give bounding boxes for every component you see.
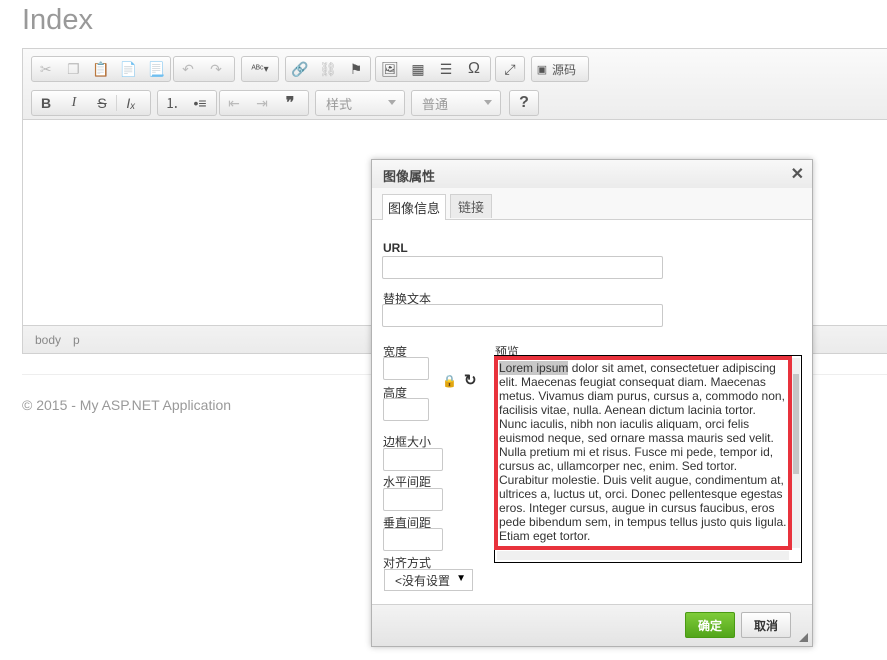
close-icon[interactable]: ✕	[791, 164, 804, 184]
source-icon: ▣	[536, 63, 548, 76]
alt-text-input[interactable]	[382, 304, 663, 327]
maximize-icon[interactable]: ⤢	[496, 57, 524, 81]
border-input[interactable]	[383, 448, 443, 471]
paste-text-icon[interactable]: 📄	[115, 57, 143, 81]
source-button[interactable]: ▣ 源码	[531, 56, 589, 82]
anchor-icon[interactable]: ⚑	[342, 57, 370, 81]
style-combo[interactable]: 样式	[315, 90, 405, 116]
dialog-tabs: 图像信息 链接	[372, 188, 812, 220]
cut-icon[interactable]: ✂	[32, 57, 60, 81]
copy-icon[interactable]: ❐	[60, 57, 88, 81]
list-group: ⒈ •≡	[157, 90, 217, 116]
bold-icon[interactable]: B	[32, 91, 60, 115]
preview-horizontal-scrollbar[interactable]	[497, 551, 789, 560]
dialog-footer: 确定 取消	[372, 604, 812, 646]
path-item-p[interactable]: p	[73, 333, 80, 347]
image-preview: Lorem ipsum dolor sit amet, consectetuer…	[494, 355, 802, 563]
italic-icon[interactable]: I	[60, 91, 88, 115]
undo-group: ↶ ↷	[173, 56, 235, 82]
indent-icon[interactable]: ⇥	[248, 91, 276, 115]
spellcheck-icon[interactable]: ᴬᴮᶜ▾	[242, 57, 278, 81]
bulleted-list-icon[interactable]: •≡	[186, 91, 214, 115]
image-icon[interactable]: 🖼	[376, 57, 404, 81]
paste-icon[interactable]: 📋	[87, 57, 115, 81]
spellcheck-group: ᴬᴮᶜ▾	[241, 56, 279, 82]
chevron-down-icon	[388, 100, 396, 105]
image-properties-dialog: 图像属性 ✕ 图像信息 链接 URL 替换文本 宽度 高度 🔒 ↻ 边框大小 水…	[371, 159, 813, 647]
table-icon[interactable]: ▦	[404, 57, 432, 81]
undo-icon[interactable]: ↶	[174, 57, 202, 81]
remove-format-icon[interactable]: Iₓ	[117, 91, 145, 115]
align-select[interactable]: <没有设置 ▼	[384, 569, 473, 591]
horizontal-line-icon[interactable]: ☰	[432, 57, 460, 81]
lock-icon[interactable]: 🔒	[442, 374, 457, 388]
path-item-body[interactable]: body	[35, 333, 61, 347]
tab-link[interactable]: 链接	[450, 194, 492, 218]
source-label: 源码	[552, 62, 577, 77]
editor-toolbar: ✂ ❐ 📋 📄 📃 ↶ ↷ ᴬᴮᶜ▾ 🔗 ⛓ ⚑ 🖼 ▦ ☰ Ω ⤢ ▣ 源码 …	[23, 49, 887, 120]
reset-size-icon[interactable]: ↻	[464, 371, 477, 389]
basic-style-group: B I S Iₓ	[31, 90, 151, 116]
cancel-button[interactable]: 取消	[741, 612, 791, 638]
align-select-value: <没有设置	[395, 573, 451, 588]
indent-group: ⇤ ⇥ ❞	[219, 90, 309, 116]
resize-handle-icon[interactable]	[799, 633, 808, 642]
width-input[interactable]	[383, 357, 429, 380]
numbered-list-icon[interactable]: ⒈	[158, 91, 186, 115]
ok-button[interactable]: 确定	[685, 612, 735, 638]
url-input[interactable]	[382, 256, 663, 279]
preview-body: dolor sit amet, consectetuer adipiscing …	[499, 361, 787, 543]
strike-icon[interactable]: S	[88, 91, 116, 115]
redo-icon[interactable]: ↷	[202, 57, 230, 81]
footer-copyright: © 2015 - My ASP.NET Application	[22, 397, 232, 413]
format-combo-label: 普通	[422, 96, 449, 112]
dialog-title: 图像属性	[383, 169, 436, 184]
style-combo-label: 样式	[326, 96, 353, 112]
format-combo[interactable]: 普通	[411, 90, 501, 116]
preview-highlight: Lorem ipsum	[499, 361, 569, 375]
link-icon[interactable]: 🔗	[286, 57, 314, 81]
maximize-group: ⤢	[495, 56, 525, 82]
blockquote-icon[interactable]: ❞	[276, 91, 304, 115]
preview-scroll-thumb[interactable]	[793, 374, 799, 474]
link-group: 🔗 ⛓ ⚑	[285, 56, 371, 82]
paste-word-icon[interactable]: 📃	[142, 57, 170, 81]
dropdown-arrow-icon: ▼	[456, 573, 466, 584]
special-char-icon[interactable]: Ω	[460, 57, 488, 81]
vspace-input[interactable]	[383, 528, 443, 551]
outdent-icon[interactable]: ⇤	[220, 91, 248, 115]
clipboard-group: ✂ ❐ 📋 📄 📃	[31, 56, 171, 82]
page-title: Index	[22, 4, 93, 36]
height-input[interactable]	[383, 398, 429, 421]
help-icon: ?	[519, 94, 529, 111]
tab-image-info[interactable]: 图像信息	[382, 194, 446, 220]
insert-group: 🖼 ▦ ☰ Ω	[375, 56, 491, 82]
help-button[interactable]: ?	[509, 90, 539, 116]
dialog-header: 图像属性 ✕	[372, 160, 812, 189]
hspace-input[interactable]	[383, 488, 443, 511]
chevron-down-icon	[484, 100, 492, 105]
unlink-icon[interactable]: ⛓	[314, 57, 342, 81]
url-label: URL	[383, 241, 408, 255]
preview-text: Lorem ipsum dolor sit amet, consectetuer…	[499, 361, 787, 543]
